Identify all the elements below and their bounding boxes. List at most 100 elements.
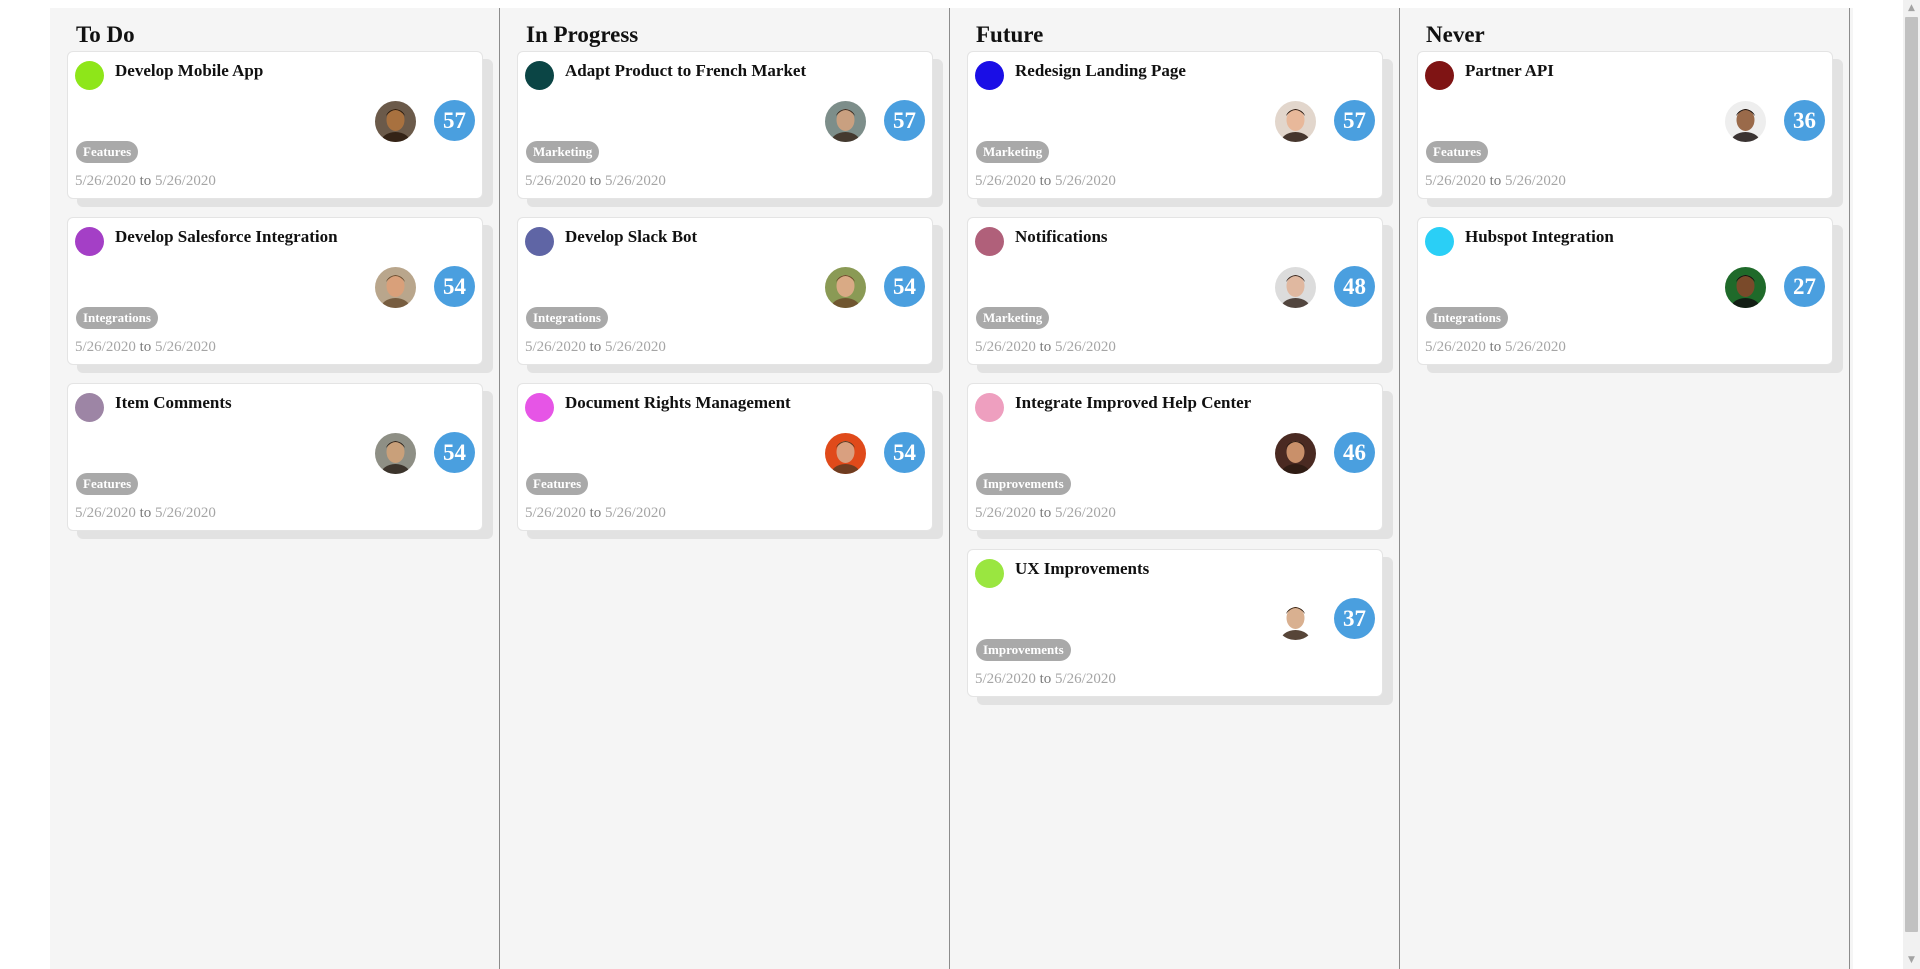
- category-tag: Improvements: [976, 473, 1071, 495]
- card-wrapper: Redesign Landing Page 57 Marketing 5/26/202…: [967, 51, 1393, 207]
- date-range: 5/26/2020 to 5/26/2020: [975, 671, 1116, 688]
- date-range: 5/26/2020 to 5/26/2020: [75, 339, 216, 356]
- date-range: 5/26/2020 to 5/26/2020: [1425, 173, 1566, 190]
- task-card[interactable]: Item Comments 54 Features 5/26/2020 to 5/26…: [67, 383, 483, 531]
- start-date: 5/26/2020: [975, 671, 1036, 687]
- column-future: Future Redesign Landing Page 57 Marketing 5/…: [950, 8, 1400, 969]
- card-title: Integrate Improved Help Center: [1015, 393, 1252, 412]
- date-separator: to: [1489, 173, 1502, 189]
- count-badge: 57: [434, 100, 475, 141]
- color-dot-icon: [525, 393, 554, 422]
- task-card[interactable]: Partner API 36 Features 5/26/2020 to 5/26/2…: [1417, 51, 1833, 199]
- end-date: 5/26/2020: [1055, 671, 1116, 687]
- card-list: Partner API 36 Features 5/26/2020 to 5/26/2…: [1417, 51, 1843, 383]
- card-list: Develop Mobile App 57 Features 5/26/2020 to…: [67, 51, 493, 549]
- color-dot-icon: [975, 227, 1004, 256]
- date-separator: to: [139, 505, 152, 521]
- start-date: 5/26/2020: [1425, 173, 1486, 189]
- end-date: 5/26/2020: [1505, 339, 1566, 355]
- avatar: [1725, 267, 1766, 308]
- category-tag: Marketing: [976, 141, 1050, 163]
- avatar: [1275, 599, 1316, 640]
- avatar: [1275, 267, 1316, 308]
- start-date: 5/26/2020: [525, 173, 586, 189]
- avatar: [375, 267, 416, 308]
- card-title: Partner API: [1465, 61, 1554, 80]
- task-card[interactable]: Redesign Landing Page 57 Marketing 5/26/202…: [967, 51, 1383, 199]
- date-range: 5/26/2020 to 5/26/2020: [525, 339, 666, 356]
- color-dot-icon: [975, 61, 1004, 90]
- color-dot-icon: [75, 227, 104, 256]
- end-date: 5/26/2020: [1505, 173, 1566, 189]
- count-badge: 57: [1334, 100, 1375, 141]
- count-badge: 57: [884, 100, 925, 141]
- scroll-down-arrow-icon[interactable]: ▼: [1903, 952, 1920, 969]
- vertical-scrollbar[interactable]: ▲ ▼: [1903, 0, 1920, 969]
- date-separator: to: [1039, 505, 1052, 521]
- category-tag: Marketing: [526, 141, 600, 163]
- task-card[interactable]: Develop Slack Bot 54 Integrations 5/26/2020…: [517, 217, 933, 365]
- color-dot-icon: [1425, 61, 1454, 90]
- category-tag: Integrations: [526, 307, 608, 329]
- task-card[interactable]: Notifications 48 Marketing 5/26/2020 to 5/2…: [967, 217, 1383, 365]
- count-badge: 27: [1784, 266, 1825, 307]
- date-range: 5/26/2020 to 5/26/2020: [1425, 339, 1566, 356]
- card-title: UX Improvements: [1015, 559, 1150, 578]
- task-card[interactable]: UX Improvements 37 Improvements 5/26/2020 t…: [967, 549, 1383, 697]
- scrollbar-thumb[interactable]: [1905, 17, 1918, 932]
- end-date: 5/26/2020: [155, 339, 216, 355]
- category-tag: Marketing: [976, 307, 1050, 329]
- count-badge: 54: [434, 432, 475, 473]
- avatar: [1725, 101, 1766, 142]
- date-range: 5/26/2020 to 5/26/2020: [525, 173, 666, 190]
- card-title: Develop Salesforce Integration: [115, 227, 338, 246]
- date-range: 5/26/2020 to 5/26/2020: [75, 173, 216, 190]
- end-date: 5/26/2020: [155, 173, 216, 189]
- avatar: [825, 101, 866, 142]
- count-badge: 37: [1334, 598, 1375, 639]
- color-dot-icon: [75, 393, 104, 422]
- count-badge: 36: [1784, 100, 1825, 141]
- end-date: 5/26/2020: [1055, 339, 1116, 355]
- start-date: 5/26/2020: [75, 173, 136, 189]
- date-range: 5/26/2020 to 5/26/2020: [975, 339, 1116, 356]
- task-card[interactable]: Develop Salesforce Integration 54 Integrat…: [67, 217, 483, 365]
- card-wrapper: UX Improvements 37 Improvements 5/26/2020 t…: [967, 549, 1393, 705]
- date-separator: to: [139, 339, 152, 355]
- task-card[interactable]: Integrate Improved Help Center 46 Improvem…: [967, 383, 1383, 531]
- column-to-do: To Do Develop Mobile App 57 Features 5/26/20…: [50, 8, 500, 969]
- card-wrapper: Develop Salesforce Integration 54 Integrat…: [67, 217, 493, 373]
- date-separator: to: [589, 173, 602, 189]
- task-card[interactable]: Adapt Product to French Market 57 Marketin…: [517, 51, 933, 199]
- card-title: Develop Slack Bot: [565, 227, 698, 246]
- card-title: Hubspot Integration: [1465, 227, 1614, 246]
- count-badge: 46: [1334, 432, 1375, 473]
- card-title: Redesign Landing Page: [1015, 61, 1186, 80]
- end-date: 5/26/2020: [605, 339, 666, 355]
- end-date: 5/26/2020: [605, 173, 666, 189]
- avatar: [375, 433, 416, 474]
- card-title: Develop Mobile App: [115, 61, 264, 80]
- date-range: 5/26/2020 to 5/26/2020: [975, 173, 1116, 190]
- card-list: Adapt Product to French Market 57 Marketin…: [517, 51, 943, 549]
- scroll-up-arrow-icon[interactable]: ▲: [1903, 0, 1920, 17]
- category-tag: Features: [1426, 141, 1489, 163]
- card-wrapper: Item Comments 54 Features 5/26/2020 to 5/26…: [67, 383, 493, 539]
- start-date: 5/26/2020: [525, 505, 586, 521]
- card-wrapper: Adapt Product to French Market 57 Marketin…: [517, 51, 943, 207]
- date-range: 5/26/2020 to 5/26/2020: [525, 505, 666, 522]
- column-never: Never Partner API 36 Features 5/26/2020 to 5…: [1400, 8, 1850, 969]
- color-dot-icon: [975, 559, 1004, 588]
- task-card[interactable]: Develop Mobile App 57 Features 5/26/2020 to…: [67, 51, 483, 199]
- count-badge: 54: [884, 266, 925, 307]
- end-date: 5/26/2020: [1055, 505, 1116, 521]
- task-card[interactable]: Document Rights Management 54 Features 5/26…: [517, 383, 933, 531]
- category-tag: Features: [76, 141, 139, 163]
- date-separator: to: [1039, 339, 1052, 355]
- end-date: 5/26/2020: [605, 505, 666, 521]
- card-wrapper: Integrate Improved Help Center 46 Improvem…: [967, 383, 1393, 539]
- start-date: 5/26/2020: [1425, 339, 1486, 355]
- color-dot-icon: [975, 393, 1004, 422]
- card-wrapper: Partner API 36 Features 5/26/2020 to 5/26/2…: [1417, 51, 1843, 207]
- task-card[interactable]: Hubspot Integration 27 Integrations 5/26/20…: [1417, 217, 1833, 365]
